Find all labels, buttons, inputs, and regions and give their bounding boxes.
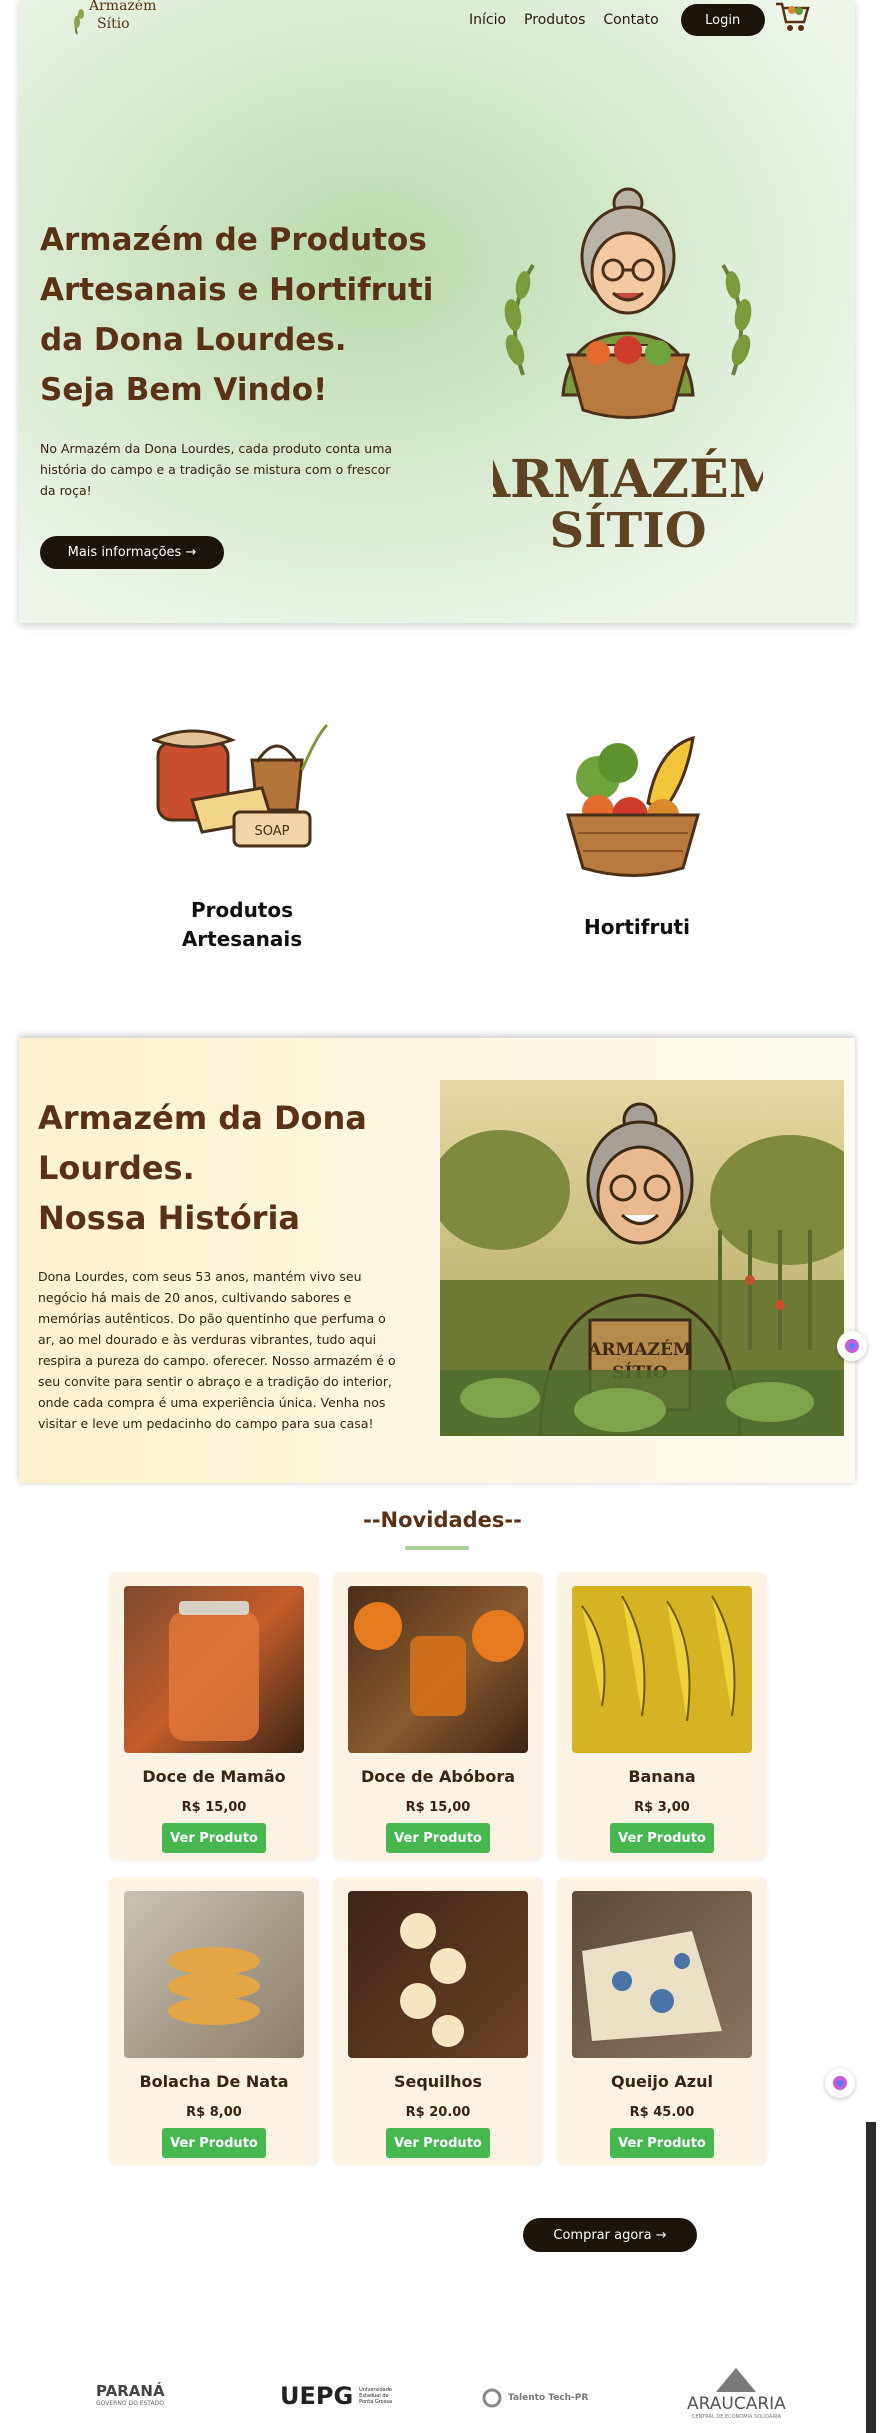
partner-logo-uepg: UEPG Universidade Estadual de Ponta Gros… — [280, 2382, 399, 2410]
gear-icon — [482, 2388, 502, 2408]
nav-link-contato[interactable]: Contato — [603, 12, 658, 28]
hero-description: No Armazém da Dona Lourdes, cada produto… — [40, 441, 393, 498]
product-price: R$ 15,00 — [181, 1800, 247, 1815]
assistant-icon — [833, 2076, 847, 2090]
scrollbar[interactable] — [866, 2122, 876, 2433]
novidades-title: --Novidades-- — [363, 1508, 522, 1532]
buy-now-button[interactable]: Comprar agora → — [523, 2218, 697, 2252]
site-logo[interactable]: Armazém Sítio — [67, 0, 157, 44]
cart-icon[interactable] — [774, 0, 812, 34]
partner-logo-parana: PARANÁ GOVERNO DO ESTADO — [96, 2382, 165, 2407]
svg-text:ARMAZÉM: ARMAZÉM — [493, 448, 763, 510]
nav-link-produtos[interactable]: Produtos — [524, 12, 585, 28]
category-label-line: Artesanais — [181, 927, 303, 951]
product-price: R$ 15,00 — [405, 1800, 471, 1815]
product-photo — [348, 1891, 528, 2058]
history-title-line: Armazém da Dona — [38, 1099, 367, 1137]
produce-basket-icon[interactable] — [558, 733, 708, 878]
history-title-line: Nossa História — [38, 1199, 301, 1237]
assistant-icon — [845, 1339, 859, 1353]
view-product-button[interactable]: Ver Produto — [162, 1823, 266, 1853]
product-price: R$ 8,00 — [186, 2105, 242, 2120]
partner-name: ARAUCARIA — [687, 2394, 786, 2414]
product-price: R$ 3,00 — [634, 1800, 690, 1815]
mountain-icon — [716, 2368, 757, 2392]
product-name: Doce de Mamão — [142, 1767, 286, 1786]
product-price: R$ 45.00 — [629, 2105, 695, 2120]
grandma-garden-illustration: ARMAZÉM SÍTIO — [440, 1080, 844, 1436]
partner-subtitle: CENTRAL DE ECONOMIA SOLIDÁRIA — [691, 2414, 781, 2420]
view-product-button[interactable]: Ver Produto — [386, 1823, 490, 1853]
product-price: R$ 20.00 — [405, 2105, 471, 2120]
product-photo — [572, 1891, 752, 2058]
main-nav: Início Produtos Contato Login — [469, 4, 765, 36]
hero-title-line: Armazém de Produtos — [40, 222, 427, 258]
partner-logo-araucaria: ARAUCARIA CENTRAL DE ECONOMIA SOLIDÁRIA — [687, 2364, 786, 2420]
floating-assistant-button[interactable] — [825, 2068, 855, 2098]
partner-name: UEPG — [280, 2382, 354, 2410]
svg-text:SOAP: SOAP — [255, 824, 290, 839]
hero-section: Armazém Sítio Início Produtos Contato Lo… — [19, 0, 855, 623]
product-card[interactable]: Sequilhos R$ 20.00 Ver Produto — [333, 1877, 543, 2165]
product-card[interactable]: Banana R$ 3,00 Ver Produto — [557, 1572, 767, 1860]
more-info-button[interactable]: Mais informações → — [40, 536, 224, 569]
product-card[interactable]: Queijo Azul R$ 45.00 Ver Produto — [557, 1877, 767, 2165]
login-button[interactable]: Login — [680, 4, 765, 36]
history-title-line: Lourdes. — [38, 1149, 195, 1187]
floating-assistant-button[interactable] — [837, 1331, 867, 1361]
history-description: Dona Lourdes, com seus 53 anos, mantém v… — [38, 1269, 396, 1431]
product-card[interactable]: Doce de Abóbora R$ 15,00 Ver Produto — [333, 1572, 543, 1860]
view-product-button[interactable]: Ver Produto — [610, 1823, 714, 1853]
svg-text:Armazém: Armazém — [88, 0, 156, 14]
title-underline — [405, 1546, 469, 1550]
product-name: Bolacha De Nata — [139, 2072, 289, 2091]
history-title: Armazém da Dona Lourdes. Nossa História — [38, 1093, 418, 1243]
product-name: Queijo Azul — [611, 2072, 713, 2091]
hero-title-line: Seja Bem Vindo! — [40, 372, 328, 408]
svg-text:Sítio: Sítio — [97, 16, 130, 32]
product-photo — [348, 1586, 528, 1753]
partner-logo-talento: Talento Tech-PR — [480, 2388, 588, 2408]
product-card[interactable]: Bolacha De Nata R$ 8,00 Ver Produto — [109, 1877, 319, 2165]
product-name: Sequilhos — [393, 2072, 483, 2091]
partner-subtitle: GOVERNO DO ESTADO — [96, 2400, 164, 2407]
partner-name: Talento Tech-PR — [508, 2393, 589, 2403]
grandma-logo-illustration: ARMAZÉM SÍTIO — [493, 187, 763, 555]
hero-title-line: Artesanais e Hortifruti — [40, 272, 434, 308]
product-photo — [572, 1586, 752, 1753]
svg-text:ARMAZÉM: ARMAZÉM — [587, 1339, 692, 1360]
artisanal-products-icon[interactable]: SOAP — [150, 720, 332, 850]
history-section: Armazém da Dona Lourdes. Nossa História … — [19, 1038, 855, 1483]
svg-text:SÍTIO: SÍTIO — [549, 502, 706, 555]
category-label-line: Produtos — [190, 898, 294, 922]
view-product-button[interactable]: Ver Produto — [386, 2128, 490, 2158]
product-photo — [124, 1586, 304, 1753]
view-product-button[interactable]: Ver Produto — [162, 2128, 266, 2158]
category-label-line: Hortifruti — [584, 915, 690, 939]
partner-subtitle: Universidade Estadual de Ponta Grossa — [359, 2387, 393, 2405]
nav-link-inicio[interactable]: Início — [469, 12, 506, 28]
category-produce-label[interactable]: Hortifruti — [537, 913, 737, 942]
category-artisanal-label[interactable]: Produtos Artesanais — [142, 896, 342, 954]
product-name: Banana — [628, 1767, 696, 1786]
product-card[interactable]: Doce de Mamão R$ 15,00 Ver Produto — [109, 1572, 319, 1860]
product-photo — [124, 1891, 304, 2058]
hero-title: Armazém de Produtos Artesanais e Hortifr… — [40, 215, 460, 415]
hero-title-line: da Dona Lourdes. — [40, 322, 347, 358]
view-product-button[interactable]: Ver Produto — [610, 2128, 714, 2158]
partner-name: PARANÁ — [96, 2382, 165, 2400]
product-name: Doce de Abóbora — [360, 1767, 515, 1786]
